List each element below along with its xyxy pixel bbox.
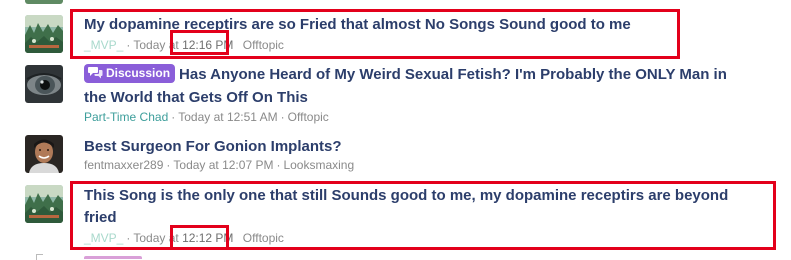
thread-time[interactable]: 12:12 PM	[182, 231, 233, 245]
thread-date-prefix: Today at	[133, 231, 183, 245]
thread-author[interactable]: _MVP_	[84, 231, 123, 245]
thread-forum[interactable]: Offtopic	[243, 231, 284, 245]
thread-title[interactable]: My dopamine receptirs are so Fried that …	[84, 14, 631, 35]
thread-meta: fentmaxxer289 · Today at 12:07 PM · Looksmax…	[84, 158, 355, 172]
thread-title-line[interactable]: fried	[84, 207, 117, 228]
thread-date-prefix: Today at	[133, 38, 183, 52]
discussion-badge[interactable]: Discussion	[84, 64, 176, 83]
thread-forum[interactable]: Offtopic	[243, 38, 284, 52]
thread-date[interactable]: Today at 12:51 AM	[178, 110, 277, 124]
thread-title-line[interactable]: This Song is the only one that still Sou…	[84, 185, 728, 206]
next-thread-fragment	[36, 254, 43, 260]
thread-forum[interactable]: Looksmaxing	[283, 158, 354, 172]
chat-bubbles-icon	[88, 67, 103, 79]
thread-date[interactable]: Today at 12:07 PM	[173, 158, 273, 172]
thread-title-line[interactable]: the World that Gets Off On This	[84, 87, 308, 108]
thread-meta: _MVP_ · Today at 12:12 PM Offtopic	[84, 231, 284, 245]
previous-thread-fragment	[0, 0, 791, 4]
thread-title-line[interactable]: Has Anyone Heard of My Weird Sexual Feti…	[179, 66, 727, 83]
thread-meta: Part-Time Chad · Today at 12:51 AM · Offtopi…	[84, 110, 329, 124]
thread-author[interactable]: fentmaxxer289	[84, 158, 163, 172]
forest-scene-avatar[interactable]	[25, 15, 63, 53]
man-portrait-avatar[interactable]	[25, 135, 63, 173]
thread-author[interactable]: Part-Time Chad	[84, 110, 168, 124]
thread-title[interactable]: Best Surgeon For Gonion Implants?	[84, 136, 342, 157]
badge-label: Discussion	[106, 66, 171, 80]
thread-time[interactable]: 12:16 PM	[182, 38, 233, 52]
forest-scene-avatar[interactable]	[25, 185, 63, 223]
thread-forum[interactable]: Offtopic	[288, 110, 329, 124]
thread-title[interactable]: Discussion Has Anyone Heard of My Weird S…	[84, 64, 727, 85]
eye-avatar[interactable]	[25, 65, 63, 103]
avatar	[25, 0, 63, 4]
thread-meta: _MVP_ · Today at 12:16 PM Offtopic	[84, 38, 284, 52]
thread-author[interactable]: _MVP_	[84, 38, 123, 52]
